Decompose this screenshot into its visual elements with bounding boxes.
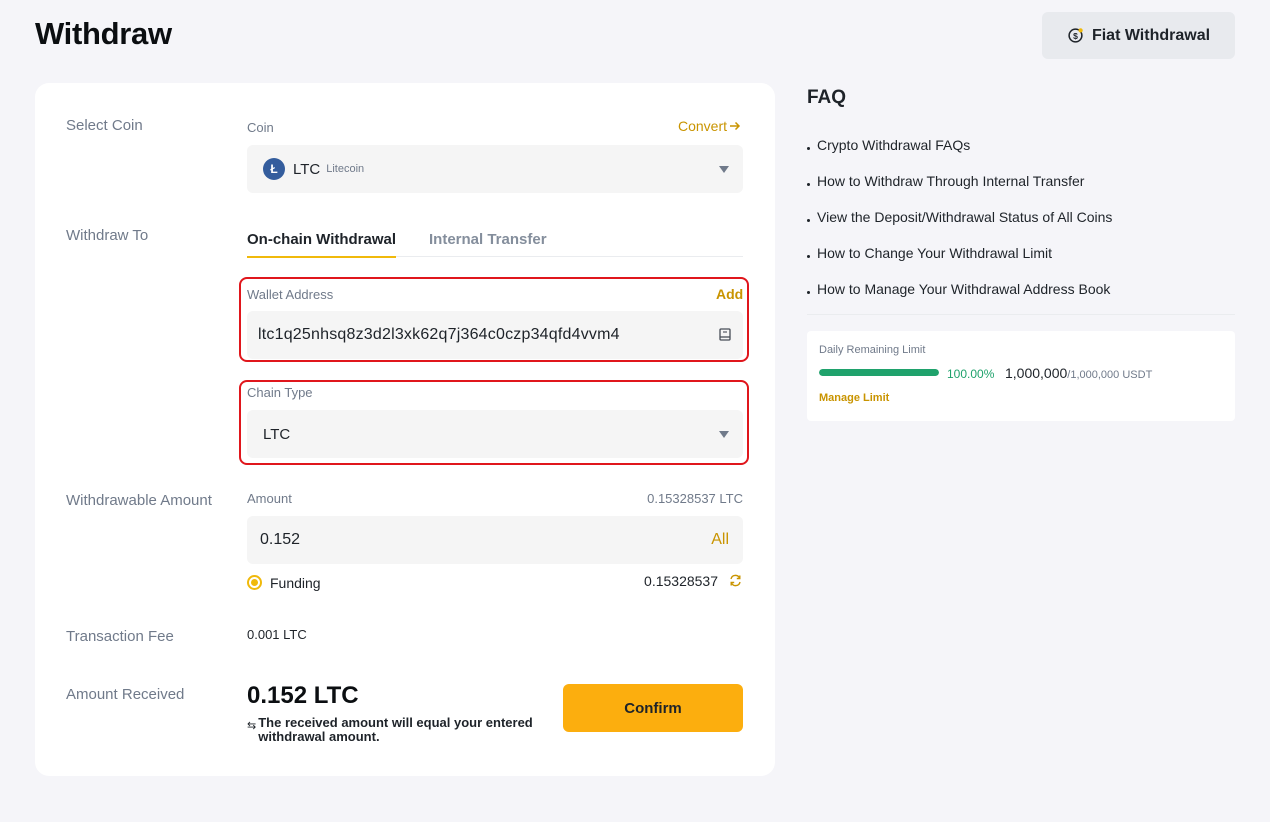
withdraw-to-label: Withdraw To [66,227,149,244]
faq-item-label: How to Manage Your Withdrawal Address Bo… [817,281,1111,297]
amount-input[interactable]: 0.152 All [247,516,743,564]
bullet-icon [807,291,810,294]
amount-value: 0.152 [260,531,301,548]
litecoin-logo-icon: Ł [263,158,285,180]
faq-list: Crypto Withdrawal FAQs How to Withdraw T… [807,137,1112,317]
chain-type-select[interactable]: LTC [247,410,743,458]
daily-limit-progress [819,369,939,376]
bullet-icon [807,219,810,222]
funding-balance: 0.15328537 [644,573,718,589]
bullet-icon [807,147,810,150]
wallet-address-value: ltc1q25nhsq8z3d2l3xk62q7j364c0czp34qfd4v… [258,326,620,343]
faq-item[interactable]: How to Change Your Withdrawal Limit [807,245,1112,281]
faq-title: FAQ [807,87,847,108]
amount-received-label: Amount Received [66,686,185,703]
faq-item-label: How to Change Your Withdrawal Limit [817,245,1053,261]
received-note: ⇆ The received amount will equal your en… [247,716,547,744]
faq-item-label: Crypto Withdrawal FAQs [817,137,971,153]
faq-item[interactable]: How to Manage Your Withdrawal Address Bo… [807,281,1112,317]
exchange-arrows-icon: ⇆ [247,720,257,732]
coin-select[interactable]: Ł LTC Litecoin [247,145,743,193]
faq-item-label: How to Withdraw Through Internal Transfe… [817,173,1085,189]
daily-limit-total: /1,000,000 USDT [1067,369,1153,381]
coin-field-label: Coin [247,120,274,135]
bullet-icon [807,255,810,258]
select-coin-label: Select Coin [66,117,143,134]
transfer-swap-icon[interactable] [729,574,742,587]
convert-link-label: Convert [678,118,728,134]
daily-limit-title: Daily Remaining Limit [819,344,926,356]
withdraw-form-card: Select Coin Coin Convert Ł LTC Litecoin … [35,83,775,776]
wallet-address-input[interactable]: ltc1q25nhsq8z3d2l3xk62q7j364c0czp34qfd4v… [247,311,743,359]
svg-text:$: $ [1073,31,1078,41]
page-title: Withdraw [35,16,172,51]
confirm-button[interactable]: Confirm [563,684,743,732]
tab-internal-transfer[interactable]: Internal Transfer [429,231,547,248]
faq-item[interactable]: View the Deposit/Withdrawal Status of Al… [807,209,1112,245]
daily-limit-progress-fill [819,369,939,376]
faq-item[interactable]: Crypto Withdrawal FAQs [807,137,1112,173]
wallet-address-label: Wallet Address [247,287,334,302]
daily-limit-remaining: 1,000,000 [1005,365,1068,381]
manage-limit-link[interactable]: Manage Limit [819,392,889,404]
bullet-icon [807,183,810,186]
funding-wallet-label: Funding [270,575,321,591]
transaction-fee-value: 0.001 LTC [247,627,307,642]
caret-down-icon [719,166,729,173]
convert-link[interactable]: Convert [678,118,741,134]
faq-divider [807,314,1235,315]
caret-down-icon [719,431,729,438]
daily-limit-card: Daily Remaining Limit 100.00% 1,000,000/… [807,331,1235,421]
all-amount-link[interactable]: All [711,531,729,549]
daily-limit-percent: 100.00% [947,367,995,381]
received-note-text: The received amount will equal your ente… [258,715,533,744]
withdraw-to-tabs: On-chain Withdrawal Internal Transfer [247,223,743,258]
dollar-coin-icon: $ [1068,28,1083,43]
amount-field-label: Amount [247,491,292,506]
amount-received-value: 0.152 LTC [247,682,359,709]
arrow-right-icon [730,121,741,131]
available-balance: 0.15328537 LTC [647,491,743,506]
coin-symbol: LTC [293,160,321,178]
faq-item[interactable]: How to Withdraw Through Internal Transfe… [807,173,1112,209]
daily-limit-value: 1,000,000/1,000,000 USDT [1005,365,1152,381]
coin-name: Litecoin [326,163,365,175]
faq-item-label: View the Deposit/Withdrawal Status of Al… [817,209,1113,225]
chain-type-label: Chain Type [247,385,313,400]
transaction-fee-label: Transaction Fee [66,628,174,645]
funding-wallet-radio[interactable] [247,575,262,590]
fiat-withdrawal-label: Fiat Withdrawal [1091,26,1211,44]
tab-on-chain-withdrawal[interactable]: On-chain Withdrawal [247,231,397,258]
add-address-link[interactable]: Add [716,286,743,302]
fiat-withdrawal-button[interactable]: $ Fiat Withdrawal [1042,12,1235,59]
address-book-icon[interactable] [719,328,731,341]
chain-type-value: LTC [263,425,291,443]
withdrawable-amount-label: Withdrawable Amount [66,492,212,509]
